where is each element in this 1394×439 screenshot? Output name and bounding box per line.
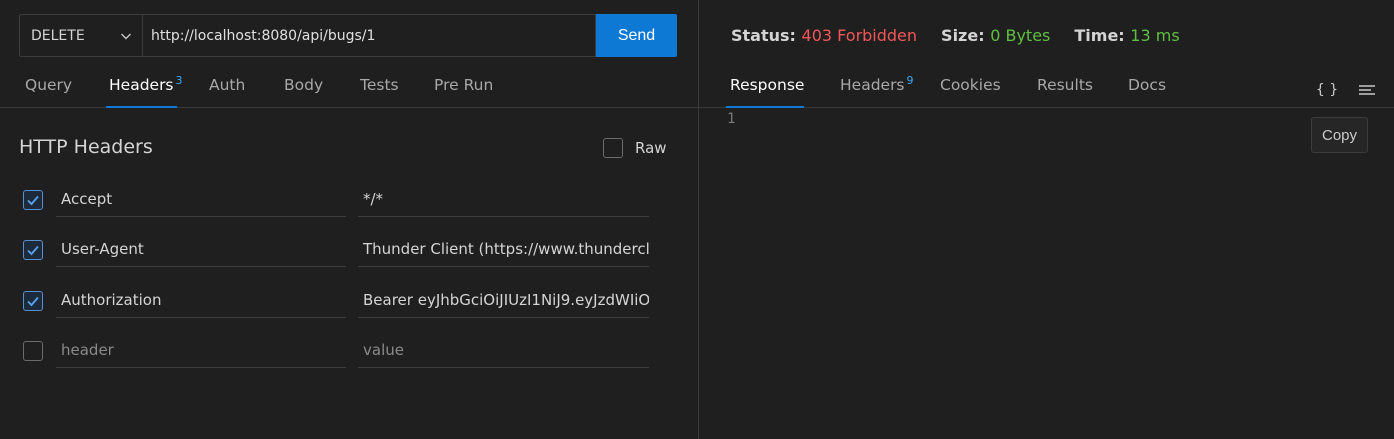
header-value-input[interactable]: Thunder Client (https://www.thunderclien… bbox=[358, 231, 649, 267]
header-key-input[interactable]: User-Agent bbox=[56, 231, 346, 267]
raw-checkbox[interactable] bbox=[603, 138, 623, 158]
tab-response-headers[interactable]: Headers 9 bbox=[840, 74, 914, 108]
header-key-input[interactable]: Accept bbox=[56, 181, 346, 217]
tab-label: Cookies bbox=[940, 76, 1001, 94]
header-row: Accept */* bbox=[0, 181, 698, 217]
tab-query[interactable]: Query bbox=[25, 76, 72, 108]
raw-label: Raw bbox=[635, 139, 667, 157]
tab-cookies[interactable]: Cookies bbox=[940, 76, 1001, 108]
tab-auth[interactable]: Auth bbox=[209, 76, 245, 108]
url-input[interactable]: http://localhost:8080/api/bugs/1 bbox=[142, 14, 596, 57]
tab-label: Results bbox=[1037, 76, 1093, 94]
send-button[interactable]: Send bbox=[596, 14, 677, 57]
tab-tests[interactable]: Tests bbox=[360, 76, 399, 108]
time-info: Time: 13 ms bbox=[1074, 26, 1179, 45]
checkmark-icon bbox=[27, 296, 39, 307]
line-number: 1 bbox=[727, 111, 736, 127]
header-enabled-checkbox[interactable] bbox=[23, 190, 43, 210]
size-label: Size: bbox=[941, 26, 985, 45]
section-title: HTTP Headers bbox=[19, 136, 153, 158]
status-info: Status: 403 Forbidden bbox=[731, 26, 917, 45]
response-headers-count-badge: 9 bbox=[906, 74, 914, 87]
method-select[interactable]: DELETE bbox=[19, 14, 142, 57]
header-key-input[interactable]: Authorization bbox=[56, 282, 346, 318]
tab-body[interactable]: Body bbox=[284, 76, 323, 108]
copy-button[interactable]: Copy bbox=[1311, 117, 1368, 153]
header-value-input[interactable]: Bearer eyJhbGciOiJIUzI1NiJ9.eyJzdWIiOi bbox=[358, 282, 649, 318]
header-value-placeholder: value bbox=[363, 340, 404, 359]
checkmark-icon bbox=[27, 195, 39, 206]
pane-divider[interactable] bbox=[698, 0, 699, 439]
raw-toggle[interactable]: Raw bbox=[603, 138, 667, 158]
tab-results[interactable]: Results bbox=[1037, 76, 1093, 108]
header-value-text: Bearer eyJhbGciOiJIUzI1NiJ9.eyJzdWIiOi bbox=[363, 290, 649, 309]
tab-label: Query bbox=[25, 76, 73, 94]
menu-lines-icon[interactable] bbox=[1355, 78, 1379, 102]
active-tab-indicator bbox=[726, 106, 804, 108]
header-key-value: Authorization bbox=[61, 290, 162, 309]
braces-icon[interactable]: { } bbox=[1315, 78, 1339, 102]
chevron-down-icon bbox=[121, 33, 131, 39]
time-value: 13 ms bbox=[1130, 26, 1180, 45]
request-tabs: Query Headers 3 Auth Body Tests Pre Run bbox=[0, 72, 698, 108]
request-bar: DELETE http://localhost:8080/api/bugs/1 … bbox=[19, 14, 677, 57]
status-label: Status: bbox=[731, 26, 796, 45]
header-enabled-checkbox[interactable] bbox=[23, 341, 43, 361]
header-enabled-checkbox[interactable] bbox=[23, 240, 43, 260]
tab-label: Headers bbox=[840, 76, 905, 94]
url-value: http://localhost:8080/api/bugs/1 bbox=[151, 27, 376, 44]
header-value-text: */* bbox=[363, 189, 384, 208]
tab-label: Docs bbox=[1128, 76, 1167, 94]
tab-label: Tests bbox=[360, 76, 399, 94]
size-info: Size: 0 Bytes bbox=[941, 26, 1050, 45]
header-row: User-Agent Thunder Client (https://www.t… bbox=[0, 231, 698, 267]
new-header-value-input[interactable]: value bbox=[358, 332, 649, 368]
header-value-input[interactable]: */* bbox=[358, 181, 649, 217]
header-key-placeholder: header bbox=[61, 340, 114, 359]
tab-label: Body bbox=[284, 76, 324, 94]
time-label: Time: bbox=[1074, 26, 1125, 45]
status-value: 403 Forbidden bbox=[801, 26, 918, 45]
tab-label: Auth bbox=[209, 76, 246, 94]
method-value: DELETE bbox=[31, 27, 85, 44]
new-header-row: header value bbox=[0, 332, 698, 368]
response-tabs: Response Headers 9 Cookies Results Docs {… bbox=[699, 72, 1394, 108]
tab-response[interactable]: Response bbox=[730, 76, 804, 108]
tab-pre-run[interactable]: Pre Run bbox=[434, 76, 493, 108]
headers-count-badge: 3 bbox=[175, 74, 183, 87]
header-row: Authorization Bearer eyJhbGciOiJIUzI1NiJ… bbox=[0, 282, 698, 318]
new-header-key-input[interactable]: header bbox=[56, 332, 346, 368]
active-tab-indicator bbox=[106, 106, 177, 108]
response-status-bar: Status: 403 Forbidden Size: 0 Bytes Time… bbox=[731, 26, 1204, 45]
tab-label: Response bbox=[730, 76, 805, 94]
header-value-text: Thunder Client (https://www.thunderclien… bbox=[363, 239, 649, 258]
header-key-value: Accept bbox=[61, 189, 113, 208]
tab-label: Headers bbox=[109, 76, 174, 94]
checkmark-icon bbox=[27, 245, 39, 256]
header-enabled-checkbox[interactable] bbox=[23, 291, 43, 311]
tab-docs[interactable]: Docs bbox=[1128, 76, 1166, 108]
tab-headers[interactable]: Headers 3 bbox=[109, 74, 183, 108]
header-key-value: User-Agent bbox=[61, 239, 144, 258]
thunder-client-panel: DELETE http://localhost:8080/api/bugs/1 … bbox=[0, 0, 1394, 439]
size-value: 0 Bytes bbox=[990, 26, 1051, 45]
tab-label: Pre Run bbox=[434, 76, 494, 94]
request-pane: DELETE http://localhost:8080/api/bugs/1 … bbox=[0, 0, 698, 439]
